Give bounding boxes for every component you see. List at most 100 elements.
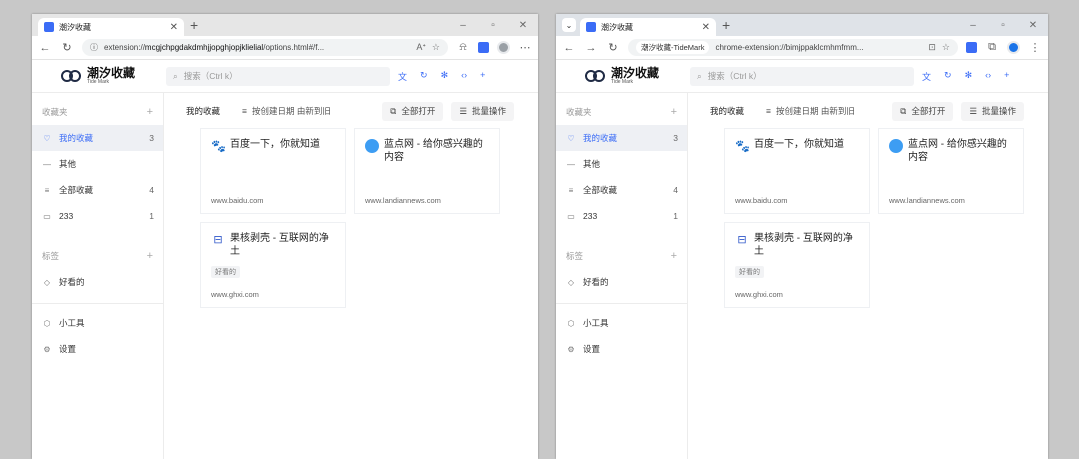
profile-avatar-icon[interactable] (1007, 41, 1020, 54)
browser-tab[interactable]: 潮汐收藏 ✕ (38, 18, 184, 36)
browser-window-left: 潮汐收藏 ✕ + – ▫ ✕ ← ↻ ⓘ extension://mcgjchp… (32, 14, 538, 459)
brand-sub: Tide Mark (86, 79, 110, 85)
translate-page-icon[interactable]: ⊡ (928, 42, 936, 53)
sidebar-item-other[interactable]: — 其他 (556, 151, 687, 177)
title-bar: 潮汐收藏 ✕ + – ▫ ✕ (32, 14, 538, 36)
bookmark-card[interactable]: 蓝点网 - 给你感兴趣的内容 www.landiannews.com (355, 129, 499, 213)
profile-avatar-icon[interactable] (497, 41, 510, 54)
tidemark-extension-icon[interactable] (966, 42, 977, 53)
add-folder-icon[interactable]: + (147, 106, 153, 118)
sidebar-item-tools[interactable]: ⬡ 小工具 (32, 310, 163, 336)
bookmark-card[interactable]: ⊟ 果核剥壳 - 互联网的净土 好看的 www.ghxi.com (725, 223, 869, 307)
bookmark-tag[interactable]: 好看的 (211, 266, 240, 278)
star-icon[interactable]: ☆ (432, 42, 440, 53)
more-menu-icon[interactable]: ⋯ (518, 41, 532, 54)
sort-button[interactable]: ≡ 按创建日期 由新到旧 (242, 105, 331, 117)
back-icon[interactable]: ← (38, 42, 52, 54)
header-actions: 文 ↻ ✻ ‹› + (922, 70, 1009, 83)
read-aloud-icon[interactable]: Aᐩ (416, 42, 426, 53)
sidebar-item-233[interactable]: ▭ 233 1 (556, 203, 687, 229)
search-icon: ⌕ (697, 70, 702, 81)
sort-button[interactable]: ≡ 按创建日期 由新到旧 (766, 105, 855, 117)
baidu-paw-icon: 🐾 (211, 139, 226, 153)
theme-icon[interactable]: ✻ (965, 70, 973, 83)
add-tag-icon[interactable]: + (671, 250, 677, 262)
sidebar-tag-item[interactable]: ◇ 好看的 (32, 269, 163, 295)
add-folder-icon[interactable]: + (671, 106, 677, 118)
close-window-icon[interactable]: ✕ (508, 20, 538, 31)
open-all-button[interactable]: ⧉ 全部打开 (892, 101, 954, 121)
sort-icon: ≡ (766, 106, 771, 116)
bookmark-tag[interactable]: 好看的 (735, 266, 764, 278)
bookmark-card[interactable]: ⊟ 果核剥壳 - 互联网的净土 好看的 www.ghxi.com (201, 223, 345, 307)
extensions-puzzle-icon[interactable]: ⧉ (985, 41, 999, 54)
sidebar-item-my-favorites[interactable]: ♡ 我的收藏 3 (556, 125, 687, 151)
app-header: 潮汐收藏 Tide Mark ⌕ 搜索（Ctrl k） 文 ↻ ✻ ‹› + (556, 60, 1048, 93)
tag-icon: ◇ (567, 277, 575, 287)
reload-icon[interactable]: ↻ (606, 41, 620, 54)
extension-bell-icon[interactable]: ⍾ (456, 41, 470, 54)
theme-icon[interactable]: ✻ (441, 70, 449, 83)
brand-name: 潮汐收藏 (610, 66, 659, 80)
main-content: 我的收藏 ≡ 按创建日期 由新到旧 ⧉ 全部打开 ☰ 批量操作 🐾 百度一下，你… (688, 93, 1048, 459)
minimize-icon[interactable]: – (958, 20, 988, 31)
folder-icon: ▭ (43, 211, 51, 221)
address-bar[interactable]: ⓘ extension://mcgjchpgdakdmhjjopghjopjkl… (82, 39, 448, 56)
more-menu-icon[interactable]: ⋮ (1028, 41, 1042, 54)
tab-search-icon[interactable]: ⌄ (562, 18, 576, 32)
sidebar-item-all[interactable]: ≡ 全部收藏 4 (32, 177, 163, 203)
reload-icon[interactable]: ↻ (60, 41, 74, 54)
title-bar: ⌄ 潮汐收藏 ✕ + – ▫ ✕ (556, 14, 1048, 36)
browser-tab[interactable]: 潮汐收藏 ✕ (580, 18, 716, 36)
add-icon[interactable]: + (1004, 70, 1009, 83)
maximize-icon[interactable]: ▫ (478, 20, 508, 31)
search-input[interactable]: ⌕ 搜索（Ctrl k） (166, 66, 390, 86)
maximize-icon[interactable]: ▫ (988, 20, 1018, 31)
add-tag-icon[interactable]: + (147, 250, 153, 262)
favorites-heading: 收藏夹 + (566, 106, 677, 118)
star-icon[interactable]: ☆ (942, 42, 950, 53)
app-header: 潮汐收藏 Tide Mark ⌕ 搜索（Ctrl k） 文 ↻ ✻ ‹› + (32, 60, 538, 93)
info-icon[interactable]: ⓘ (90, 42, 98, 53)
sidebar-tag-item[interactable]: ◇ 好看的 (556, 269, 687, 295)
back-icon[interactable]: ← (562, 42, 576, 54)
address-bar[interactable]: 潮汐收藏-TideMark chrome-extension://bimjppa… (628, 39, 958, 56)
add-icon[interactable]: + (480, 70, 485, 83)
sync-icon[interactable]: ↻ (944, 70, 952, 83)
bookmark-card[interactable]: 🐾 百度一下，你就知道 www.baidu.com (725, 129, 869, 213)
minimize-icon[interactable]: – (448, 20, 478, 31)
brand-sub: Tide Mark (610, 79, 634, 85)
sidebar-item-233[interactable]: ▭ 233 1 (32, 203, 163, 229)
tidemark-extension-icon[interactable] (478, 42, 489, 53)
bookmark-card[interactable]: 🐾 百度一下，你就知道 www.baidu.com (201, 129, 345, 213)
open-all-button[interactable]: ⧉ 全部打开 (382, 101, 444, 121)
new-tab-button[interactable]: + (190, 18, 198, 32)
code-icon[interactable]: ‹› (461, 70, 467, 83)
forward-icon[interactable]: → (584, 42, 598, 54)
brand: 潮汐收藏 Tide Mark (32, 67, 164, 85)
bookmark-card[interactable]: 蓝点网 - 给你感兴趣的内容 www.landiannews.com (879, 129, 1023, 213)
sidebar-item-settings[interactable]: ⚙ 设置 (556, 336, 687, 362)
tab-close-icon[interactable]: ✕ (702, 22, 710, 33)
sidebar-item-all[interactable]: ≡ 全部收藏 4 (556, 177, 687, 203)
batch-operation-button[interactable]: ☰ 批量操作 (451, 101, 514, 121)
sidebar-item-tools[interactable]: ⬡ 小工具 (556, 310, 687, 336)
sidebar-item-settings[interactable]: ⚙ 设置 (32, 336, 163, 362)
code-icon[interactable]: ‹› (985, 70, 991, 83)
search-input[interactable]: ⌕ 搜索（Ctrl k） (690, 66, 914, 86)
sidebar-item-my-favorites[interactable]: ♡ 我的收藏 3 (32, 125, 163, 151)
brand: 潮汐收藏 Tide Mark (556, 67, 688, 85)
new-tab-button[interactable]: + (722, 18, 730, 32)
bookmark-url: www.landiannews.com (889, 196, 965, 205)
batch-list-icon: ☰ (969, 105, 977, 116)
translate-icon[interactable]: 文 (398, 70, 407, 83)
close-window-icon[interactable]: ✕ (1018, 20, 1048, 31)
sidebar-item-other[interactable]: — 其他 (32, 151, 163, 177)
tab-close-icon[interactable]: ✕ (170, 22, 178, 33)
gear-icon: ⚙ (43, 344, 51, 354)
sync-icon[interactable]: ↻ (420, 70, 428, 83)
translate-icon[interactable]: 文 (922, 70, 931, 83)
site-chip[interactable]: 潮汐收藏-TideMark (636, 41, 710, 54)
batch-operation-button[interactable]: ☰ 批量操作 (961, 101, 1024, 121)
address-url: chrome-extension://bimjppaklcmhmfmm... (715, 43, 864, 52)
